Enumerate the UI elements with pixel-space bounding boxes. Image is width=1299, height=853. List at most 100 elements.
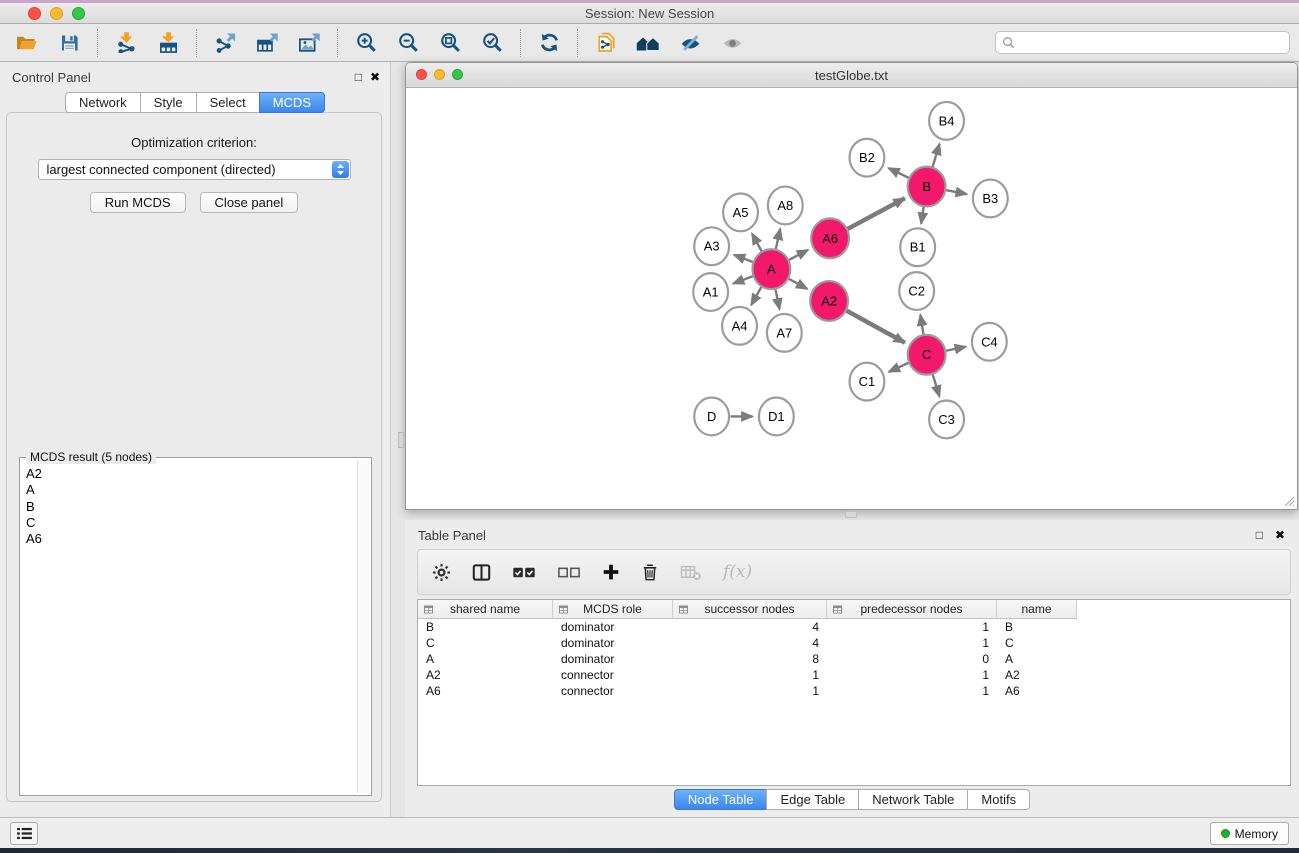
refresh-button[interactable] xyxy=(528,27,570,59)
edge-A-A7[interactable] xyxy=(775,289,779,310)
criterion-select[interactable]: largest connected component (directed) xyxy=(38,159,351,180)
graph-node-B2[interactable]: B2 xyxy=(850,139,885,177)
cell-mcds-role[interactable]: connector xyxy=(553,667,673,683)
cell-name[interactable]: A2 xyxy=(997,667,1077,683)
delete-columns-button[interactable] xyxy=(641,563,659,582)
search-box[interactable] xyxy=(995,31,1290,54)
result-item-c[interactable]: C xyxy=(26,515,355,531)
table-tab-edge-table[interactable]: Edge Table xyxy=(766,789,859,810)
cell-shared-name[interactable]: A6 xyxy=(418,683,553,699)
table-tab-motifs[interactable]: Motifs xyxy=(967,789,1030,810)
cell-successor-nodes[interactable]: 4 xyxy=(673,619,827,635)
panel-list-button[interactable] xyxy=(10,822,38,845)
cell-shared-name[interactable]: A xyxy=(418,651,553,667)
edge-A-A6[interactable] xyxy=(789,250,808,260)
graph-node-B1[interactable]: B1 xyxy=(900,228,935,266)
graph-node-C3[interactable]: C3 xyxy=(929,401,964,439)
new-network-from-selection-button[interactable] xyxy=(585,27,627,59)
table-row-b[interactable]: Bdominator41B xyxy=(418,619,1290,635)
cell-successor-nodes[interactable]: 4 xyxy=(673,635,827,651)
float-panel-button[interactable]: □ xyxy=(355,70,362,84)
table-tab-node-table[interactable]: Node Table xyxy=(674,789,768,810)
graph-node-C4[interactable]: C4 xyxy=(972,323,1007,361)
resize-grip-icon[interactable] xyxy=(1282,494,1295,507)
cell-name[interactable]: A6 xyxy=(997,683,1077,699)
cell-successor-nodes[interactable]: 1 xyxy=(673,683,827,699)
split-panel-button[interactable] xyxy=(472,563,491,582)
table-row-c[interactable]: Cdominator41C xyxy=(418,635,1290,651)
graph-node-B3[interactable]: B3 xyxy=(973,180,1008,218)
cell-predecessor-nodes[interactable]: 1 xyxy=(827,667,997,683)
titlebar[interactable]: Session: New Session xyxy=(0,3,1299,24)
table-row-a2[interactable]: A2connector11A2 xyxy=(418,667,1290,683)
vertical-splitter-handle[interactable] xyxy=(398,432,404,448)
show-all-button[interactable] xyxy=(711,27,753,59)
graph-node-A1[interactable]: A1 xyxy=(693,273,728,311)
close-panel-button[interactable]: Close panel xyxy=(200,192,299,213)
zoom-in-button[interactable] xyxy=(345,27,387,59)
cell-mcds-role[interactable]: dominator xyxy=(553,619,673,635)
edge-B-B2[interactable] xyxy=(888,168,908,178)
cell-predecessor-nodes[interactable]: 1 xyxy=(827,635,997,651)
horizontal-splitter-handle[interactable] xyxy=(845,511,857,518)
float-table-panel-button[interactable]: □ xyxy=(1256,528,1263,542)
cell-mcds-role[interactable]: connector xyxy=(553,683,673,699)
close-table-panel-button[interactable]: ✖ xyxy=(1275,528,1285,542)
cell-mcds-role[interactable]: dominator xyxy=(553,651,673,667)
graph-node-D[interactable]: D xyxy=(694,398,729,436)
table-row-a[interactable]: Adominator80A xyxy=(418,651,1290,667)
tab-select[interactable]: Select xyxy=(196,92,260,113)
import-network-button[interactable] xyxy=(105,27,147,59)
graph-node-A2[interactable]: A2 xyxy=(810,281,848,321)
first-neighbors-button[interactable] xyxy=(627,27,669,59)
export-network-button[interactable] xyxy=(204,27,246,59)
select-all-columns-button[interactable] xyxy=(512,563,536,582)
cell-name[interactable]: C xyxy=(997,635,1077,651)
cell-shared-name[interactable]: A2 xyxy=(418,667,553,683)
edge-C-C4[interactable] xyxy=(946,347,966,351)
result-item-a[interactable]: A xyxy=(26,482,355,498)
graph-node-A7[interactable]: A7 xyxy=(767,314,802,352)
column-header-successor-nodes[interactable]: successor nodes xyxy=(673,600,827,619)
edge-B-B3[interactable] xyxy=(946,190,967,194)
graph-node-D1[interactable]: D1 xyxy=(759,398,794,436)
open-session-button[interactable] xyxy=(6,27,48,59)
graph-node-B[interactable]: B xyxy=(908,167,946,207)
graph-node-A8[interactable]: A8 xyxy=(768,187,803,225)
network-window-titlebar[interactable]: testGlobe.txt xyxy=(406,63,1297,88)
graph-node-C[interactable]: C xyxy=(908,335,946,375)
cell-shared-name[interactable]: C xyxy=(418,635,553,651)
edge-C-C2[interactable] xyxy=(920,315,923,335)
edge-A-A5[interactable] xyxy=(752,233,762,251)
cell-mcds-role[interactable]: dominator xyxy=(553,635,673,651)
cell-predecessor-nodes[interactable]: 1 xyxy=(827,683,997,699)
result-item-b[interactable]: B xyxy=(26,499,355,515)
edge-C-C3[interactable] xyxy=(933,374,940,397)
network-canvas[interactable]: B4B2BB3A8A5A6A3B1AA1C2A2A4A7C4CC1C3DD1 xyxy=(406,89,1297,509)
save-session-button[interactable] xyxy=(48,27,90,59)
cell-predecessor-nodes[interactable]: 1 xyxy=(827,619,997,635)
create-column-button[interactable] xyxy=(602,563,620,581)
run-mcds-button[interactable]: Run MCDS xyxy=(90,192,186,213)
zoom-fit-button[interactable] xyxy=(429,27,471,59)
close-panel-button-icon[interactable]: ✖ xyxy=(370,70,380,84)
export-table-button[interactable] xyxy=(246,27,288,59)
edge-A-A2[interactable] xyxy=(789,279,808,289)
graph-node-B4[interactable]: B4 xyxy=(929,102,964,140)
result-scrollbar[interactable] xyxy=(357,460,369,793)
search-input[interactable] xyxy=(1019,33,1289,52)
edge-A2-C[interactable] xyxy=(847,311,905,343)
graph-node-A6[interactable]: A6 xyxy=(811,218,849,258)
column-header-name[interactable]: name xyxy=(997,600,1077,619)
edge-B-B1[interactable] xyxy=(921,206,924,223)
table-row-a6[interactable]: A6connector11A6 xyxy=(418,683,1290,699)
edge-B-B4[interactable] xyxy=(932,144,939,168)
graph-node-A3[interactable]: A3 xyxy=(694,227,729,265)
cell-name[interactable]: B xyxy=(997,619,1077,635)
hide-selected-button[interactable] xyxy=(669,27,711,59)
cell-successor-nodes[interactable]: 8 xyxy=(673,651,827,667)
column-header-mcds-role[interactable]: MCDS role xyxy=(553,600,673,619)
table-tab-network-table[interactable]: Network Table xyxy=(858,789,968,810)
result-item-a2[interactable]: A2 xyxy=(26,466,355,482)
graph-node-A5[interactable]: A5 xyxy=(723,194,758,232)
